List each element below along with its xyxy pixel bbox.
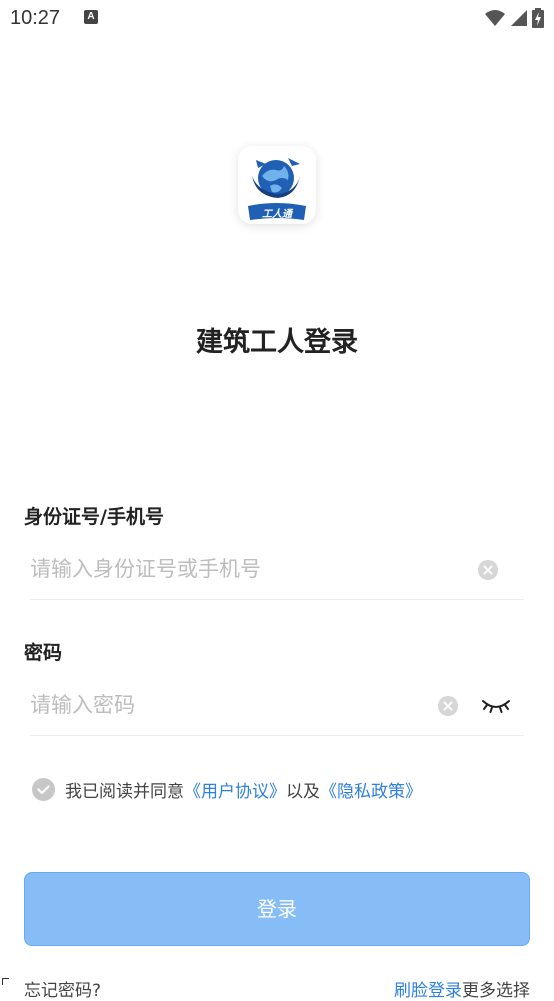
clear-id-button[interactable] xyxy=(478,560,498,580)
status-time: 10:27 xyxy=(10,7,61,29)
agreement-middle: 以及 xyxy=(286,781,320,802)
wifi-icon xyxy=(485,10,505,26)
privacy-policy-link[interactable]: 《隐私政策》 xyxy=(320,777,422,802)
bottom-right-links: 刷脸登录更多选择 xyxy=(394,976,530,1001)
eye-closed-icon xyxy=(482,700,510,713)
a-notification-icon: A xyxy=(84,10,98,24)
face-login-link[interactable]: 刷脸登录 xyxy=(394,981,462,1001)
agreement-row: 我已阅读并同意 《用户协议》 以及 《隐私政策》 xyxy=(32,776,422,802)
cell-signal-icon xyxy=(511,10,527,26)
bottom-row: 忘记密码? 刷脸登录更多选择 xyxy=(0,976,554,1001)
status-icons xyxy=(484,8,544,28)
check-icon xyxy=(37,784,50,794)
password-input[interactable] xyxy=(30,687,450,723)
agreement-checkbox[interactable] xyxy=(32,777,55,801)
logo-text: 工人通 xyxy=(262,209,292,220)
user-agreement-link[interactable]: 《用户协议》 xyxy=(184,777,286,802)
app-logo: 工人通 xyxy=(238,146,316,224)
status-bar: 10:27 A xyxy=(0,0,554,38)
clear-icon xyxy=(483,565,493,575)
clear-password-button[interactable] xyxy=(438,696,458,716)
password-field-label: 密码 xyxy=(24,642,63,664)
toggle-password-visibility-button[interactable] xyxy=(480,693,512,717)
id-input-row xyxy=(30,543,524,600)
page-title: 建筑工人登录 xyxy=(196,327,358,358)
login-button[interactable]: 登录 xyxy=(24,872,530,946)
agreement-prefix: 我已阅读并同意 xyxy=(65,781,184,802)
id-field-label: 身份证号/手机号 xyxy=(24,506,164,528)
password-input-row xyxy=(30,679,524,736)
id-input[interactable] xyxy=(30,551,450,587)
clear-icon xyxy=(443,701,453,711)
forgot-password-link[interactable]: 忘记密码? xyxy=(24,976,101,1001)
battery-charging-icon xyxy=(532,8,544,28)
more-options-link[interactable]: 更多选择 xyxy=(462,981,530,1001)
